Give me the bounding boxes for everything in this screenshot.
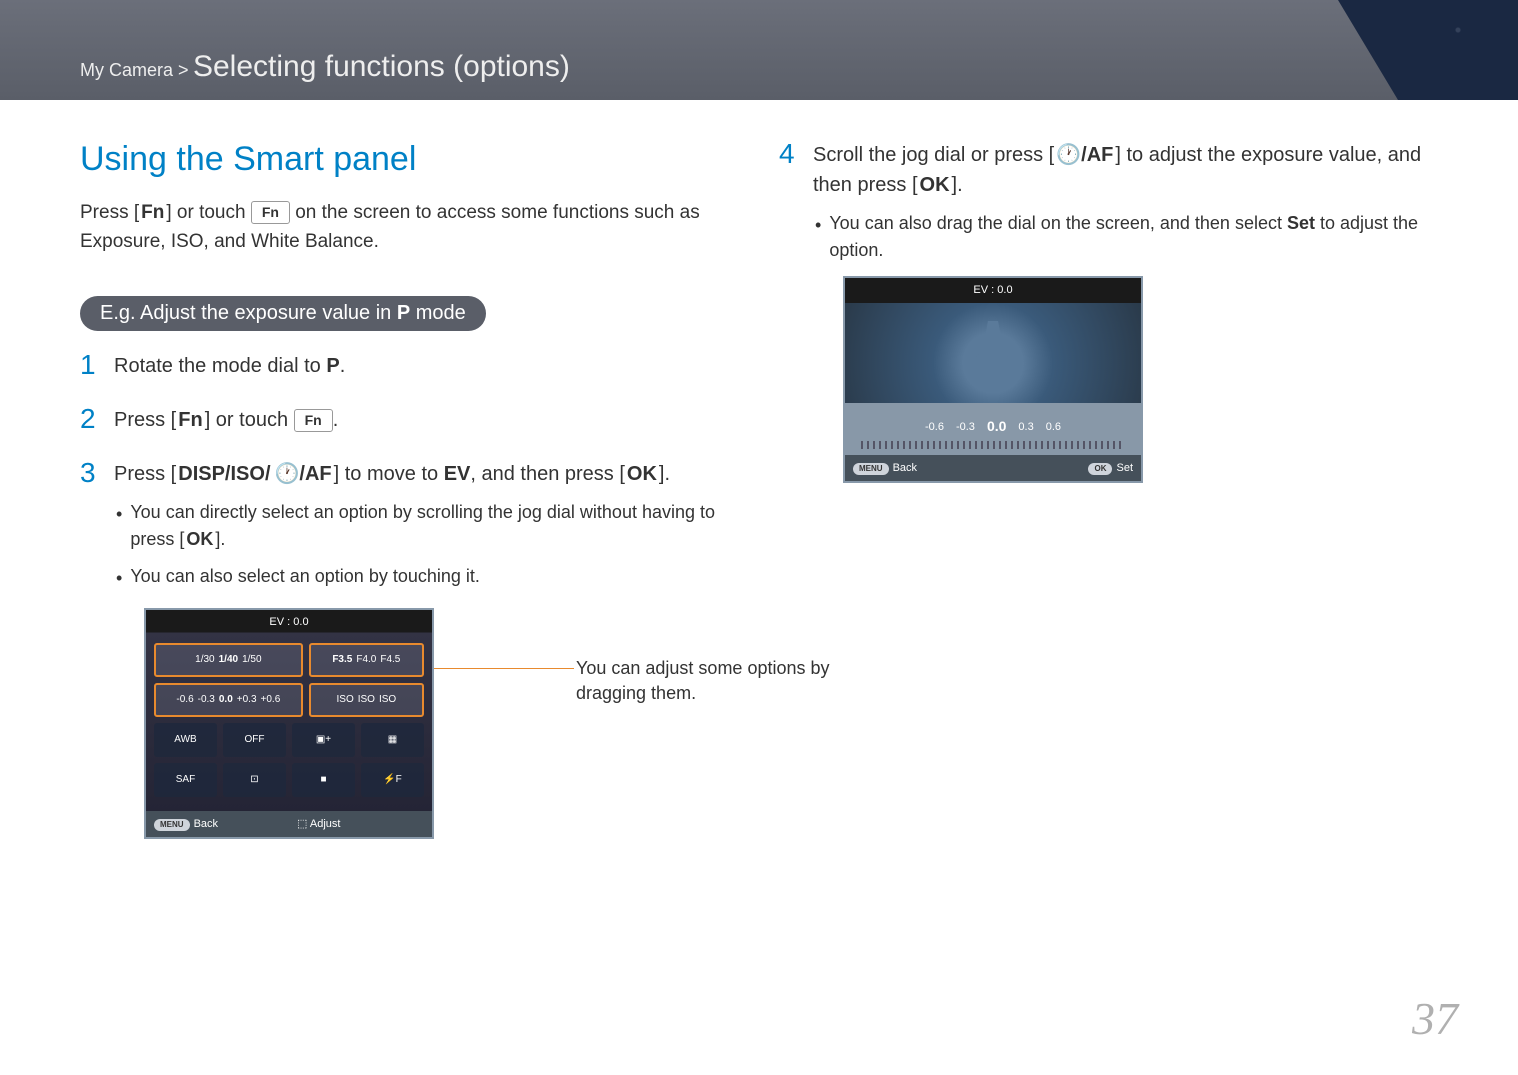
ev-dial[interactable]: -0.6 -0.3 0.0 0.3 0.6 [845,403,1141,455]
flash-button[interactable]: ⚡F [361,763,424,797]
step-1: 1 Rotate the mode dial to P. [80,351,739,381]
timer-af-icon: 🕐/AF [1054,140,1115,170]
callout-text: You can adjust some options by dragging … [576,656,836,706]
wb-button[interactable]: AWB [154,723,217,757]
ok-key-icon: OK [918,170,952,200]
menu-chip-icon: MENU [853,463,889,475]
bullet-item: • You can also select an option by touch… [116,563,739,592]
option-button[interactable]: ▦ [361,723,424,757]
intro-text: Press [Fn] or touch Fn on the screen to … [80,199,739,256]
step-number: 2 [80,405,96,433]
option-button[interactable]: ▣+ [292,723,355,757]
option-button[interactable]: ⊡ [223,763,286,797]
mode-p-icon: P [326,355,339,377]
step-2: 2 Press [Fn] or touch Fn. [80,405,739,435]
iso-slider[interactable]: ISOISOISO [309,683,424,717]
preview-image [845,303,1141,403]
step-number: 4 [779,140,795,168]
step-4: 4 Scroll the jog dial or press [🕐/AF] to… [779,140,1438,483]
bullet-item: • You can directly select an option by s… [116,499,739,553]
nav-keys-icon: DISP/ISO/ [176,459,272,489]
aperture-slider[interactable]: F3.5F4.0F4.5 [309,643,424,677]
option-button[interactable]: ■ [292,763,355,797]
page-number: 37 [1412,992,1458,1045]
back-action[interactable]: MENUBack [146,811,289,838]
menu-chip-icon: MENU [154,819,190,831]
step-3: 3 Press [DISP/ISO/🕐/AF] to move to EV, a… [80,459,739,839]
step-number: 1 [80,351,96,379]
ev-adjust-screenshot: EV : 0.0 -0.6 -0.3 0.0 0.3 0.6 [843,276,1143,483]
tick-marks [861,441,1125,449]
set-action[interactable]: OKSet [993,455,1141,482]
breadcrumb-title: Selecting functions (options) [193,50,570,83]
ok-chip-icon: OK [1088,463,1112,475]
fn-key-icon: Fn [176,405,204,435]
adjust-action[interactable]: ⬚ Adjust [289,811,432,838]
bullet-dot-icon: • [116,565,122,592]
callout-line [434,668,574,669]
fn-screen-button: Fn [294,409,333,432]
ev-slider[interactable]: -0.6-0.30.0+0.3+0.6 [154,683,303,717]
section-title: Using the Smart panel [80,140,739,179]
smart-panel-screenshot: EV : 0.0 1/301/401/50 F3.5F4.0F4.5 [144,608,434,839]
example-heading: E.g. Adjust the exposure value in P mode [80,296,486,331]
step-number: 3 [80,459,96,487]
timer-af-icon: 🕐/AF [273,459,334,489]
bullet-item: • You can also drag the dial on the scre… [815,210,1438,264]
back-action[interactable]: MENUBack [845,455,993,482]
ok-key-icon: OK [625,459,659,489]
header-decoration [1218,0,1518,100]
ok-key-icon: OK [184,526,215,553]
bullet-dot-icon: • [116,501,122,553]
off-button[interactable]: OFF [223,723,286,757]
breadcrumb: My Camera > Selecting functions (options… [80,50,570,84]
fn-screen-button: Fn [251,201,290,224]
adjust-icon: ⬚ [297,818,307,830]
fn-key-icon: Fn [139,199,166,228]
page-header: My Camera > Selecting functions (options… [0,0,1518,100]
af-mode-button[interactable]: SAF [154,763,217,797]
ss-title: EV : 0.0 [845,278,1141,303]
bullet-dot-icon: • [815,212,821,264]
shutter-slider[interactable]: 1/301/401/50 [154,643,303,677]
ss-title: EV : 0.0 [146,610,432,635]
subject-silhouette [968,321,1018,391]
breadcrumb-prefix: My Camera > [80,60,189,80]
